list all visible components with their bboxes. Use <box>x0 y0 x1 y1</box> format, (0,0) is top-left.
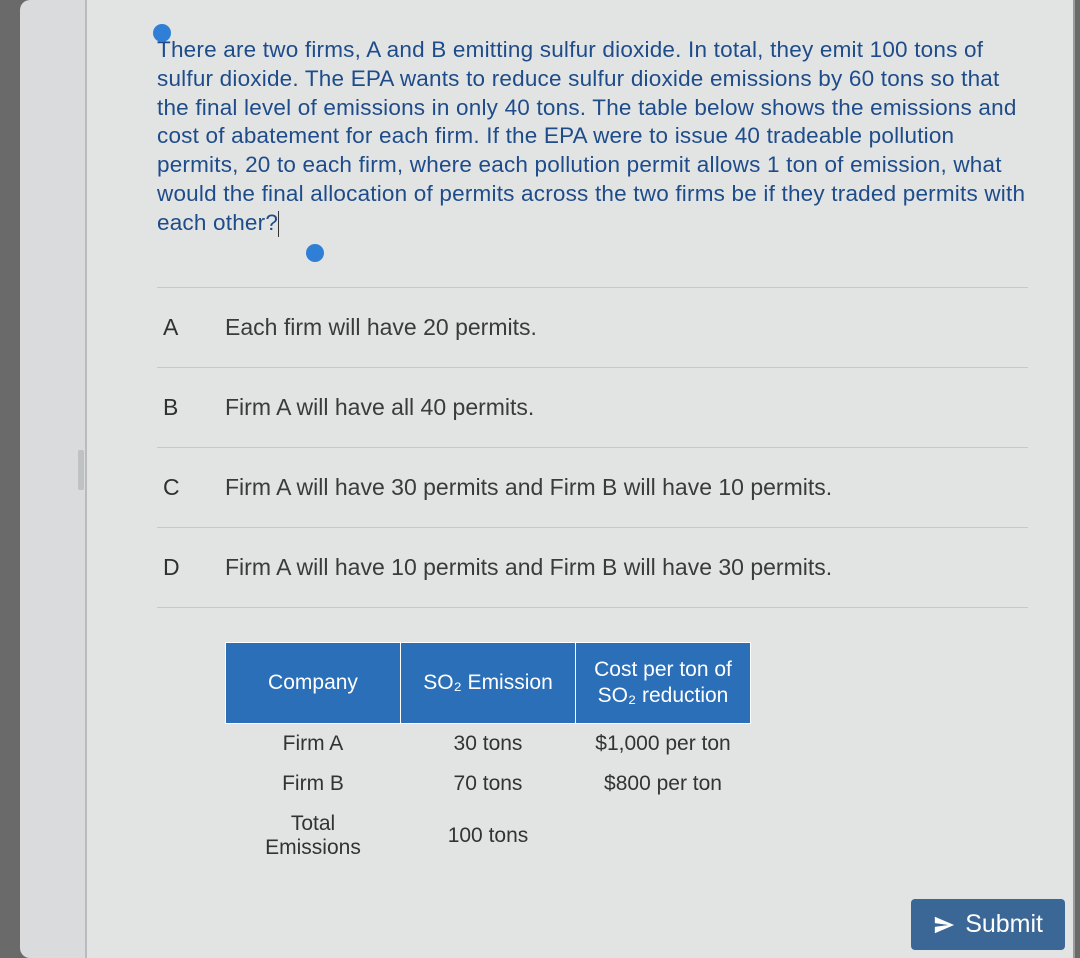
table-header-row: Company SO₂ Emission Cost per ton of SO₂… <box>226 642 751 724</box>
table-row: Total Emissions 100 tons <box>226 804 751 868</box>
option-text: Each firm will have 20 permits. <box>225 314 537 341</box>
option-text: Firm A will have 10 permits and Firm B w… <box>225 554 832 581</box>
cell-cost: $800 per ton <box>576 764 751 804</box>
option-a[interactable]: A Each firm will have 20 permits. <box>157 287 1028 367</box>
question-body: There are two firms, A and B emitting su… <box>157 37 1025 235</box>
answer-options: A Each firm will have 20 permits. B Firm… <box>157 287 1028 608</box>
scrollbar-handle[interactable] <box>78 450 84 490</box>
cell-emission: 100 tons <box>401 804 576 868</box>
option-letter: B <box>157 394 225 421</box>
col-company: Company <box>226 642 401 724</box>
option-letter: D <box>157 554 225 581</box>
data-table-wrap: Company SO₂ Emission Cost per ton of SO₂… <box>225 642 1028 869</box>
table-row: Firm A 30 tons $1,000 per ton <box>226 724 751 765</box>
option-letter: C <box>157 474 225 501</box>
emissions-table: Company SO₂ Emission Cost per ton of SO₂… <box>225 642 751 869</box>
paper-plane-icon <box>933 914 955 936</box>
option-c[interactable]: C Firm A will have 30 permits and Firm B… <box>157 447 1028 527</box>
question-text: There are two firms, A and B emitting su… <box>157 36 1028 238</box>
option-text: Firm A will have 30 permits and Firm B w… <box>225 474 832 501</box>
selection-handle-end[interactable] <box>306 244 324 262</box>
cell-company: Firm B <box>226 764 401 804</box>
selection-handle-start[interactable] <box>153 24 171 42</box>
table-row: Firm B 70 tons $800 per ton <box>226 764 751 804</box>
option-d[interactable]: D Firm A will have 10 permits and Firm B… <box>157 527 1028 608</box>
cell-cost: $1,000 per ton <box>576 724 751 765</box>
cell-cost <box>576 804 751 868</box>
window-frame: There are two firms, A and B emitting su… <box>20 0 1060 958</box>
cell-company: Firm A <box>226 724 401 765</box>
option-b[interactable]: B Firm A will have all 40 permits. <box>157 367 1028 447</box>
submit-button[interactable]: Submit <box>911 899 1065 950</box>
col-cost: Cost per ton of SO₂ reduction <box>576 642 751 724</box>
cell-emission: 70 tons <box>401 764 576 804</box>
option-text: Firm A will have all 40 permits. <box>225 394 534 421</box>
col-emission: SO₂ Emission <box>401 642 576 724</box>
question-panel: There are two firms, A and B emitting su… <box>85 0 1075 958</box>
text-caret <box>278 211 279 237</box>
cell-emission: 30 tons <box>401 724 576 765</box>
option-letter: A <box>157 314 225 341</box>
cell-company: Total Emissions <box>226 804 401 868</box>
submit-label: Submit <box>965 910 1043 939</box>
